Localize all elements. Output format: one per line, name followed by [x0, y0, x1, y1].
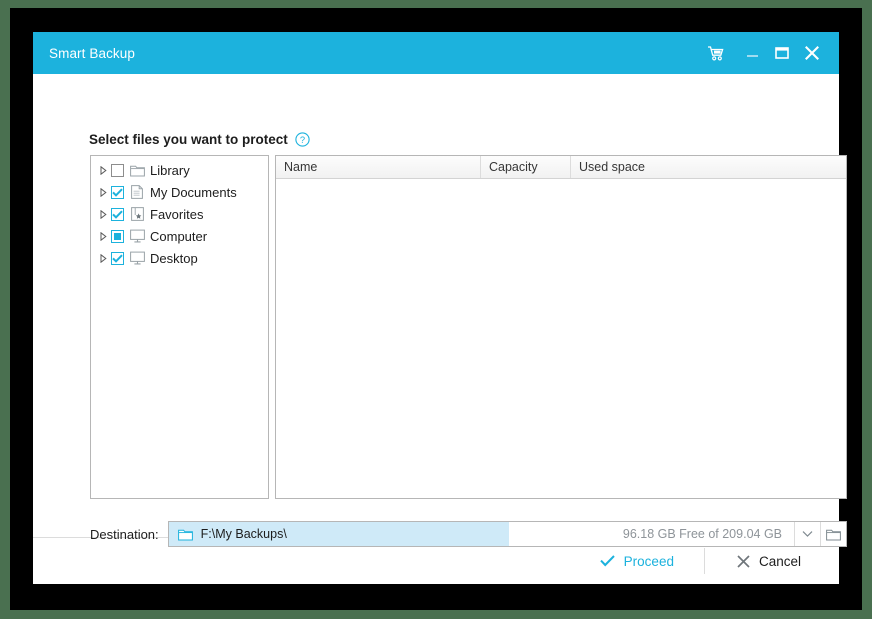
tree-item-label: Library — [150, 162, 190, 178]
favorites-icon — [127, 207, 147, 221]
chevron-down-icon[interactable] — [794, 522, 820, 546]
cancel-button-label: Cancel — [758, 553, 801, 569]
tree-item-my-documents[interactable]: My Documents — [91, 181, 268, 203]
tree-item-label: Computer — [150, 228, 208, 244]
maximize-icon[interactable] — [767, 32, 797, 74]
file-list-body[interactable] — [276, 179, 846, 498]
tree-item-label: Favorites — [150, 206, 204, 222]
destination-field[interactable]: F:\My Backups\ 96.18 GB Free of 209.04 G… — [167, 521, 847, 547]
expand-arrow-icon[interactable] — [96, 253, 111, 263]
expand-arrow-icon[interactable] — [96, 231, 111, 241]
minimize-icon[interactable] — [737, 32, 767, 74]
tree-checkbox-my-documents[interactable] — [111, 185, 124, 199]
tree-checkbox-library[interactable] — [111, 163, 124, 177]
proceed-button-label: Proceed — [623, 553, 674, 569]
close-icon[interactable] — [797, 32, 827, 74]
page-title: Select files you want to protect — [89, 132, 288, 147]
folder-icon — [127, 164, 147, 177]
tree-item-computer[interactable]: Computer — [91, 225, 268, 247]
destination-label: Destination: — [90, 526, 159, 542]
monitor-icon — [127, 251, 147, 265]
folder-tree-panel[interactable]: Library My Documents Favorites Computer … — [90, 155, 269, 499]
expand-arrow-icon[interactable] — [96, 165, 111, 175]
tree-item-desktop[interactable]: Desktop — [91, 247, 268, 269]
tree-item-label: My Documents — [150, 184, 237, 200]
file-list-panel[interactable]: Name Capacity Used space — [275, 155, 847, 499]
expand-arrow-icon[interactable] — [96, 209, 111, 219]
tree-checkbox-desktop[interactable] — [111, 251, 124, 265]
dialog-body: Select files you want to protect ? Libra… — [33, 74, 847, 547]
destination-row: Destination: F:\My Backups\ 96.18 GB Fre… — [90, 521, 847, 547]
column-header-name[interactable]: Name — [276, 156, 481, 178]
folder-browse-icon[interactable] — [820, 522, 846, 546]
tree-item-library[interactable]: Library — [91, 159, 268, 181]
file-list-header: Name Capacity Used space — [276, 156, 846, 179]
proceed-button[interactable]: Proceed — [590, 548, 684, 575]
title-bar: Smart Backup — [33, 32, 839, 74]
destination-path-text: F:\My Backups\ — [200, 527, 287, 541]
folder-icon — [177, 529, 193, 540]
tree-item-label: Desktop — [150, 250, 198, 266]
screen: Smart Backup Select files you want to pr… — [0, 0, 872, 619]
monitor-icon — [127, 229, 147, 243]
help-circle-icon[interactable]: ? — [295, 132, 310, 147]
cancel-button[interactable]: Cancel — [727, 548, 811, 575]
x-icon — [737, 554, 750, 568]
heading-row: Select files you want to protect ? — [89, 132, 310, 147]
expand-arrow-icon[interactable] — [96, 187, 111, 197]
column-header-capacity[interactable]: Capacity — [481, 156, 571, 178]
svg-text:?: ? — [300, 134, 305, 145]
tree-checkbox-favorites[interactable] — [111, 207, 124, 221]
document-icon — [127, 185, 147, 199]
tree-checkbox-computer[interactable] — [111, 229, 124, 243]
destination-path-input[interactable]: F:\My Backups\ — [168, 522, 509, 546]
destination-free-space: 96.18 GB Free of 209.04 GB — [622, 527, 782, 541]
window-title: Smart Backup — [49, 45, 135, 61]
footer-divider — [703, 548, 705, 574]
column-header-used-space[interactable]: Used space — [571, 156, 846, 178]
smart-backup-dialog: Smart Backup Select files you want to pr… — [33, 32, 847, 584]
check-icon — [599, 555, 615, 567]
cart-icon[interactable] — [699, 32, 733, 74]
tree-item-favorites[interactable]: Favorites — [91, 203, 268, 225]
